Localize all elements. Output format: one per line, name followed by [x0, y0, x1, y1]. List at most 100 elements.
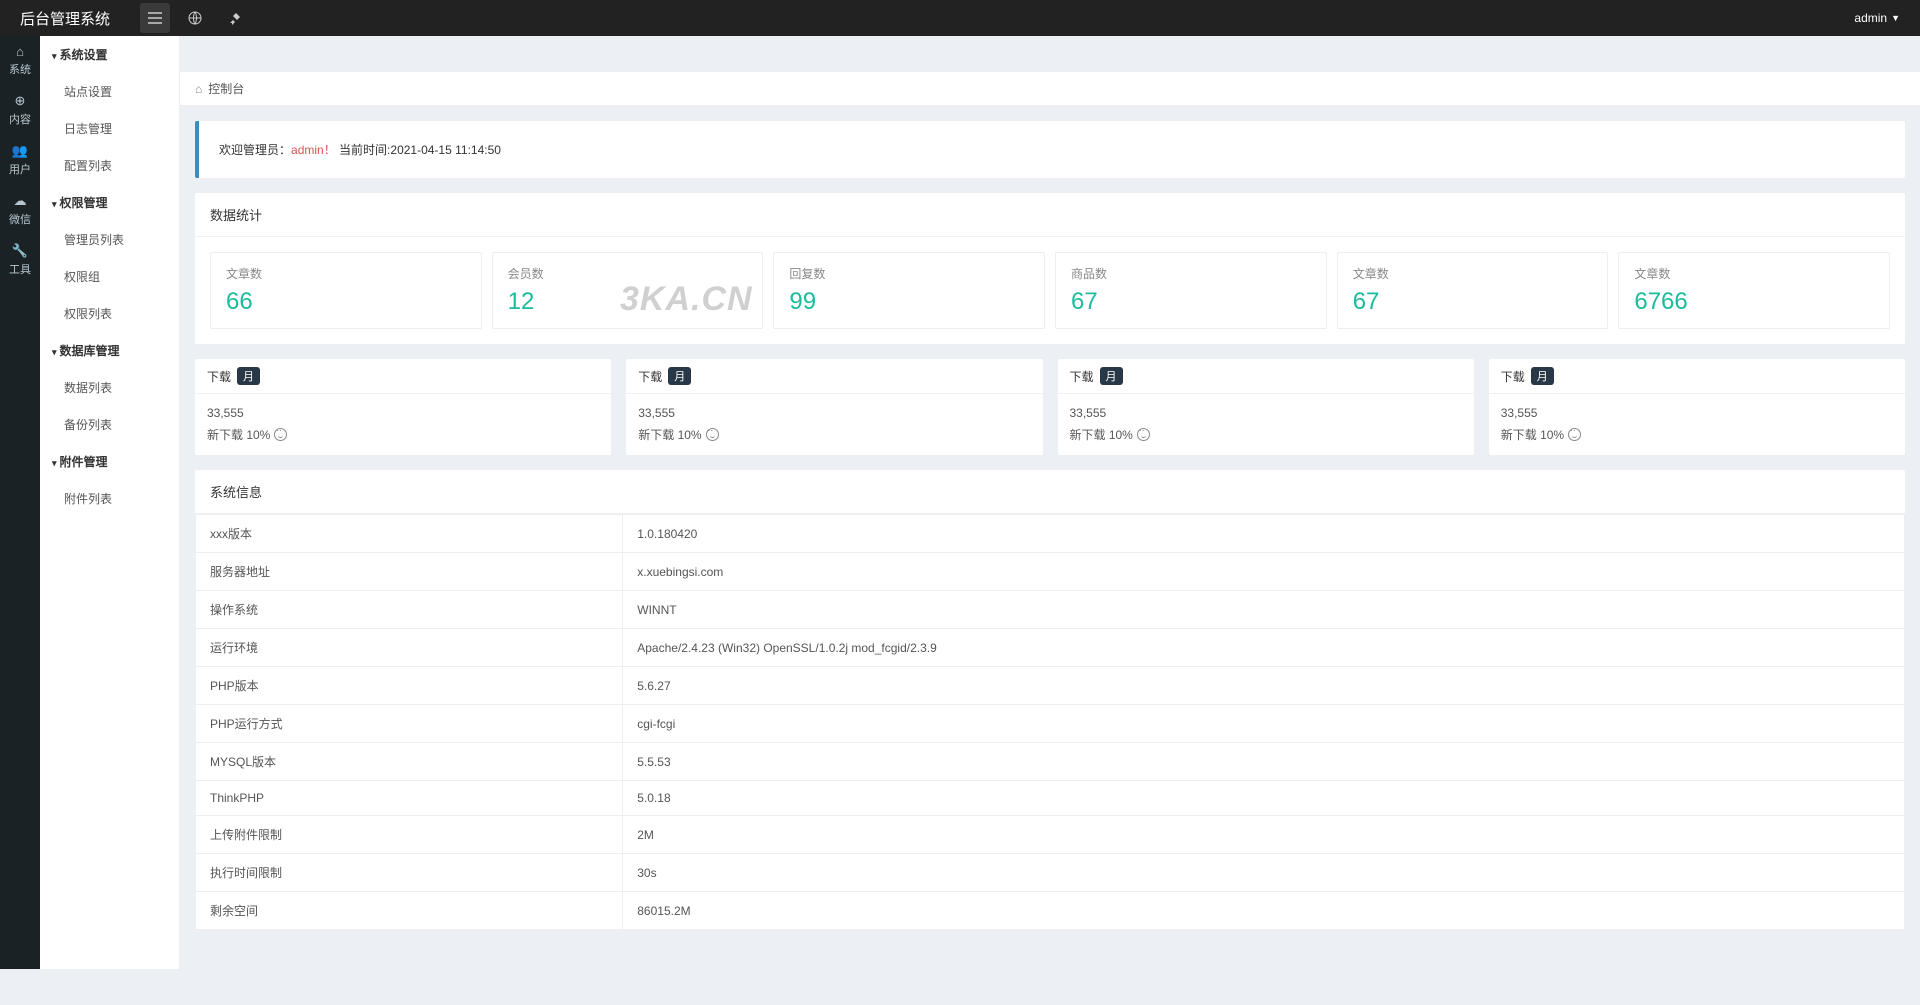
sidebar-group-system[interactable]: 系统设置 [40, 36, 179, 73]
info-value: cgi-fcgi [623, 705, 1905, 743]
wechat-icon: ☁ [14, 193, 27, 208]
download-title: 下载 [638, 368, 662, 385]
stat-card: 文章数6766 [1618, 252, 1890, 329]
welcome-prefix: 欢迎管理员： [219, 143, 291, 157]
sidebar-item-perm-list[interactable]: 权限列表 [40, 295, 179, 332]
table-row: MYSQL版本5.5.53 [196, 743, 1905, 781]
home-icon: ⌂ [16, 44, 24, 59]
download-number: 33,555 [1070, 406, 1462, 420]
table-row: PHP运行方式cgi-fcgi [196, 705, 1905, 743]
download-sub: 新下载 10% [1501, 426, 1893, 443]
smile-icon [1568, 428, 1581, 441]
download-title: 下载 [207, 368, 231, 385]
stat-value: 12 [508, 288, 748, 316]
download-head: 下载月 [1058, 359, 1474, 394]
welcome-admin: admin！ [291, 143, 336, 157]
info-key: MYSQL版本 [196, 743, 623, 781]
info-value: 5.5.53 [623, 743, 1905, 781]
stat-label: 文章数 [226, 265, 466, 282]
download-body: 33,555新下载 10% [1058, 394, 1474, 455]
module-label: 微信 [0, 211, 40, 227]
module-wechat[interactable]: ☁ 微信 [0, 185, 40, 235]
caret-down-icon: ▼ [1891, 13, 1900, 23]
home-icon: ⌂ [195, 82, 202, 96]
module-user[interactable]: 👥 用户 [0, 135, 40, 185]
smile-icon [706, 428, 719, 441]
module-label: 系统 [0, 61, 40, 77]
module-tool[interactable]: 🔧 工具 [0, 235, 40, 285]
download-title: 下载 [1501, 368, 1525, 385]
sidebar-item-site-settings[interactable]: 站点设置 [40, 73, 179, 110]
smile-icon [1137, 428, 1150, 441]
stats-panel: 数据统计 文章数66会员数12回复数99商品数67文章数67文章数6766 [195, 193, 1905, 344]
download-number: 33,555 [638, 406, 1030, 420]
stats-row: 文章数66会员数12回复数99商品数67文章数67文章数6766 [210, 252, 1890, 329]
stat-card: 会员数 12 [492, 252, 764, 329]
download-row: 下载月33,555新下载 10%下载月33,555新下载 10%下载月33,55… [195, 359, 1905, 455]
app-title: 后台管理系统 [10, 8, 120, 29]
info-value: 30s [623, 854, 1905, 892]
table-row: 执行时间限制30s [196, 854, 1905, 892]
info-value: 5.0.18 [623, 781, 1905, 816]
main-content: ⌂ 控制台 欢迎管理员：admin！ 当前时间:2021-04-15 11:14… [180, 72, 1920, 1005]
welcome-time-label: 当前时间: [339, 143, 390, 157]
info-value: 86015.2M [623, 892, 1905, 930]
sidebar-item-attach-list[interactable]: 附件列表 [40, 480, 179, 517]
download-title: 下载 [1070, 368, 1094, 385]
module-system[interactable]: ⌂ 系统 [0, 36, 40, 85]
download-badge: 月 [1100, 367, 1123, 385]
welcome-time-value: 2021-04-15 11:14:50 [390, 143, 501, 157]
hamburger-icon [148, 12, 162, 24]
info-key: ThinkPHP [196, 781, 623, 816]
table-row: 运行环境Apache/2.4.23 (Win32) OpenSSL/1.0.2j… [196, 629, 1905, 667]
sidebar-group-permission[interactable]: 权限管理 [40, 184, 179, 221]
module-label: 工具 [0, 261, 40, 277]
sidebar-item-config[interactable]: 配置列表 [40, 147, 179, 184]
smile-icon [274, 428, 287, 441]
stat-label: 文章数 [1353, 265, 1593, 282]
info-key: 剩余空间 [196, 892, 623, 930]
table-row: 上传附件限制2M [196, 816, 1905, 854]
table-row: PHP版本5.6.27 [196, 667, 1905, 705]
sidebar-item-admin-list[interactable]: 管理员列表 [40, 221, 179, 258]
download-card: 下载月33,555新下载 10% [1489, 359, 1905, 455]
download-sub: 新下载 10% [207, 426, 599, 443]
sidebar-group-attachment[interactable]: 附件管理 [40, 443, 179, 480]
stat-card: 文章数 66 [210, 252, 482, 329]
download-badge: 月 [237, 367, 260, 385]
info-key: 执行时间限制 [196, 854, 623, 892]
sidebar-item-backup-list[interactable]: 备份列表 [40, 406, 179, 443]
sidebar-item-perm-group[interactable]: 权限组 [40, 258, 179, 295]
module-content[interactable]: ⊕ 内容 [0, 85, 40, 135]
stat-card: 文章数67 [1337, 252, 1609, 329]
plus-circle-icon: ⊕ [15, 93, 26, 108]
info-key: 运行环境 [196, 629, 623, 667]
download-head: 下载月 [195, 359, 611, 394]
module-strip: ⌂ 系统 ⊕ 内容 👥 用户 ☁ 微信 🔧 工具 [0, 36, 40, 969]
user-menu[interactable]: admin ▼ [1844, 11, 1910, 25]
table-row: 操作系统WINNT [196, 591, 1905, 629]
globe-icon [188, 11, 202, 25]
stat-value: 67 [1071, 288, 1311, 316]
sidebar-item-data-list[interactable]: 数据列表 [40, 369, 179, 406]
download-badge: 月 [668, 367, 691, 385]
stat-value: 99 [789, 288, 1029, 316]
module-label: 内容 [0, 111, 40, 127]
breadcrumb: ⌂ 控制台 [180, 72, 1920, 106]
menu-toggle-button[interactable] [140, 3, 170, 33]
sidebar-group-database[interactable]: 数据库管理 [40, 332, 179, 369]
download-card: 下载月33,555新下载 10% [626, 359, 1042, 455]
stat-label: 会员数 [508, 265, 748, 282]
info-value: 2M [623, 816, 1905, 854]
user-name: admin [1854, 11, 1887, 25]
sysinfo-title: 系统信息 [195, 470, 1905, 514]
download-number: 33,555 [207, 406, 599, 420]
globe-button[interactable] [180, 3, 210, 33]
stat-label: 回复数 [789, 265, 1029, 282]
stat-value: 66 [226, 288, 466, 316]
download-head: 下载月 [626, 359, 1042, 394]
clear-cache-button[interactable] [220, 3, 250, 33]
download-number: 33,555 [1501, 406, 1893, 420]
info-key: xxx版本 [196, 515, 623, 553]
sidebar-item-log[interactable]: 日志管理 [40, 110, 179, 147]
